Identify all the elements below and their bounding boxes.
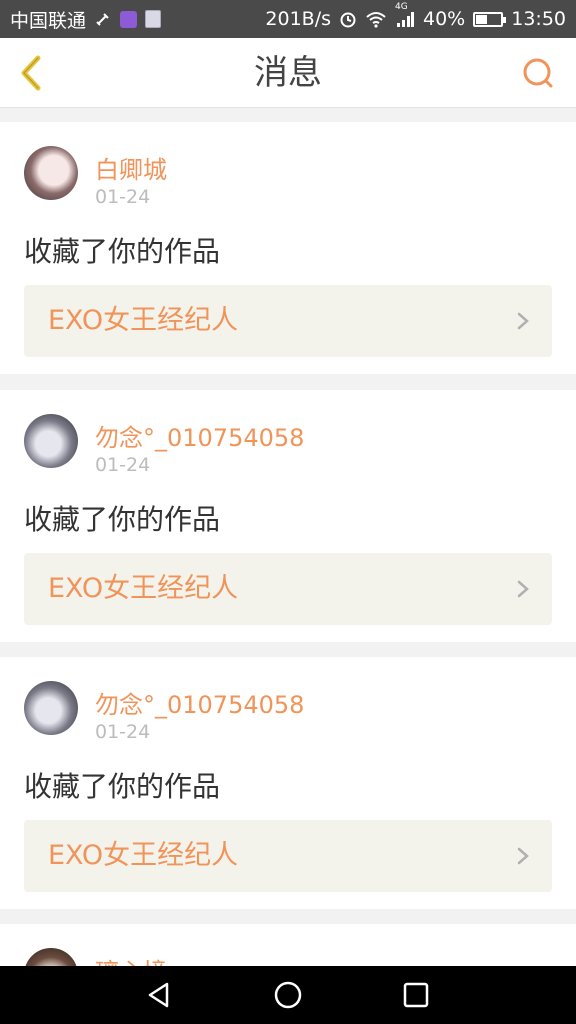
battery-fill (476, 14, 487, 24)
status-bar: 中国联通 201B/s 4G 40% 13:50 (0, 0, 576, 38)
app-notification-icon-2 (145, 10, 162, 28)
username-link[interactable]: 勿念°_010754058 (95, 685, 304, 720)
work-title: EXO女王经纪人 (48, 840, 239, 871)
work-link[interactable]: EXO女王经纪人 (24, 285, 552, 357)
network-type: 4G (395, 2, 408, 12)
message-action: 收藏了你的作品 (24, 235, 221, 268)
page-title: 消息 (254, 53, 322, 93)
message-date: 01-24 (95, 454, 151, 476)
chevron-right-icon (517, 312, 529, 330)
system-navigation-bar (0, 966, 576, 1024)
username-link[interactable]: 白卿城 (95, 150, 167, 185)
header: 消息 (0, 38, 576, 108)
home-circle-icon[interactable] (273, 980, 303, 1010)
message-action: 收藏了你的作品 (24, 770, 221, 803)
clock: 13:50 (511, 8, 566, 30)
work-title: EXO女王经纪人 (48, 305, 239, 336)
message-date: 01-24 (95, 186, 151, 208)
message-card: 勿念°_010754058 01-24 收藏了你的作品 EXO女王经纪人 (0, 390, 576, 642)
network-speed: 201B/s (265, 8, 331, 30)
chevron-right-icon (517, 580, 529, 598)
message-card: 勿念°_010754058 01-24 收藏了你的作品 EXO女王经纪人 (0, 657, 576, 909)
work-title: EXO女王经纪人 (48, 573, 239, 604)
signal-bars-icon (397, 12, 414, 27)
carrier-label: 中国联通 (10, 9, 87, 32)
battery-percent: 40% (423, 8, 466, 30)
message-date: 01-24 (95, 721, 151, 743)
work-link[interactable]: EXO女王经纪人 (24, 820, 552, 892)
recents-square-icon[interactable] (401, 980, 431, 1010)
username-link[interactable]: 勿念°_010754058 (95, 418, 304, 453)
chevron-right-icon (517, 847, 529, 865)
message-card: 白卿城 01-24 收藏了你的作品 EXO女王经纪人 (0, 122, 576, 374)
search-icon[interactable] (520, 56, 556, 92)
app-notification-icon (120, 10, 138, 28)
avatar[interactable] (24, 414, 78, 468)
avatar[interactable] (24, 681, 78, 735)
battery-icon (473, 11, 507, 27)
back-triangle-icon[interactable] (144, 980, 174, 1010)
avatar[interactable] (24, 146, 78, 200)
usb-debug-icon (96, 13, 109, 26)
wifi-icon (366, 12, 386, 28)
message-action: 收藏了你的作品 (24, 503, 221, 536)
alarm-icon (340, 12, 356, 28)
work-link[interactable]: EXO女王经纪人 (24, 553, 552, 625)
signal-indicator: 4G (395, 2, 415, 28)
